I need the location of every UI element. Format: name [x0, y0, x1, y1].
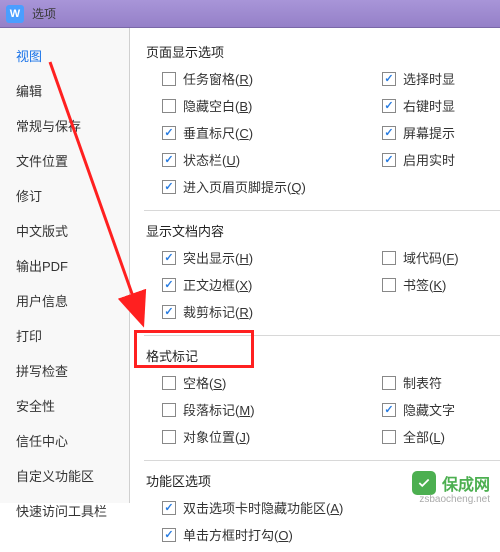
fmt-left-option-1[interactable]: 段落标记(M)	[144, 400, 364, 419]
option-label: 双击选项卡时隐藏功能区(A)	[183, 498, 343, 517]
checkbox[interactable]: ✓	[382, 126, 396, 140]
checkbox[interactable]	[382, 251, 396, 265]
option-label: 对象位置(J)	[183, 427, 250, 446]
sidebar-item-7[interactable]: 用户信息	[0, 283, 129, 318]
option-label: 进入页眉页脚提示(Q)	[183, 177, 306, 196]
sidebar: 视图编辑常规与保存文件位置修订中文版式输出PDF用户信息打印拼写检查安全性信任中…	[0, 28, 130, 503]
sidebar-item-0[interactable]: 视图	[0, 38, 129, 73]
option-label: 书签(K)	[403, 275, 446, 294]
fmt-left-option-0[interactable]: 空格(S)	[144, 373, 364, 392]
option-label: 制表符	[403, 373, 442, 392]
checkbox[interactable]: ✓	[162, 251, 176, 265]
checkbox[interactable]: ✓	[162, 305, 176, 319]
option-label: 域代码(F)	[403, 248, 459, 267]
fmt-left-option-2[interactable]: 对象位置(J)	[144, 427, 364, 446]
option-label: 启用实时	[403, 150, 455, 169]
option-label: 任务窗格(R)	[183, 69, 253, 88]
checkbox[interactable]: ✓	[162, 180, 176, 194]
display-right-option-1[interactable]: ✓ 右键时显	[364, 96, 500, 115]
display-left-option-3[interactable]: ✓ 状态栏(U)	[144, 150, 364, 169]
watermark-text: 保成网	[442, 471, 490, 495]
sidebar-item-13[interactable]: 快速访问工具栏	[0, 493, 129, 528]
display-right-option-0[interactable]: ✓ 选择时显	[364, 69, 500, 88]
checkbox[interactable]	[162, 72, 176, 86]
sidebar-item-3[interactable]: 文件位置	[0, 143, 129, 178]
option-label: 突出显示(H)	[183, 248, 253, 267]
doc-right-option-0[interactable]: 域代码(F)	[364, 248, 500, 267]
section-title-formatmark: 格式标记	[144, 346, 500, 365]
doc-left-option-0[interactable]: ✓ 突出显示(H)	[144, 248, 364, 267]
checkbox[interactable]: ✓	[162, 278, 176, 292]
display-right-option-2[interactable]: ✓ 屏幕提示	[364, 123, 500, 142]
option-label: 右键时显	[403, 96, 455, 115]
checkbox[interactable]	[162, 99, 176, 113]
section-title-doccontent: 显示文档内容	[144, 221, 500, 240]
doc-left-option-1[interactable]: ✓ 正文边框(X)	[144, 275, 364, 294]
option-label: 屏幕提示	[403, 123, 455, 142]
option-label: 单击方框时打勾(O)	[183, 525, 293, 544]
option-label: 全部(L)	[403, 427, 445, 446]
checkbox[interactable]: ✓	[382, 403, 396, 417]
sidebar-item-5[interactable]: 中文版式	[0, 213, 129, 248]
fmt-right-option-0[interactable]: 制表符	[364, 373, 500, 392]
checkbox[interactable]: ✓	[162, 153, 176, 167]
sidebar-item-4[interactable]: 修订	[0, 178, 129, 213]
option-label: 状态栏(U)	[183, 150, 240, 169]
option-label: 段落标记(M)	[183, 400, 255, 419]
watermark: 保成网	[412, 471, 490, 495]
checkbox[interactable]	[162, 376, 176, 390]
sidebar-item-2[interactable]: 常规与保存	[0, 108, 129, 143]
divider	[144, 335, 500, 336]
sidebar-item-6[interactable]: 输出PDF	[0, 248, 129, 283]
checkbox[interactable]	[162, 403, 176, 417]
checkbox[interactable]: ✓	[162, 528, 176, 542]
checkbox[interactable]: ✓	[382, 99, 396, 113]
fmt-right-option-2[interactable]: 全部(L)	[364, 427, 500, 446]
option-label: 正文边框(X)	[183, 275, 252, 294]
checkbox[interactable]	[162, 430, 176, 444]
display-left-option-0[interactable]: 任务窗格(R)	[144, 69, 364, 88]
checkbox[interactable]	[382, 376, 396, 390]
divider	[144, 210, 500, 211]
sidebar-item-11[interactable]: 信任中心	[0, 423, 129, 458]
sidebar-item-1[interactable]: 编辑	[0, 73, 129, 108]
checkbox[interactable]	[382, 278, 396, 292]
watermark-url: zsbaocheng.net	[419, 494, 490, 505]
main-panel: 页面显示选项 任务窗格(R) 隐藏空白(B) ✓ 垂直标尺(C) ✓ 状态栏(U) ✓ 进入页…	[130, 28, 500, 503]
display-right-option-3[interactable]: ✓ 启用实时	[364, 150, 500, 169]
sidebar-item-10[interactable]: 安全性	[0, 388, 129, 423]
option-label: 空格(S)	[183, 373, 226, 392]
rib-left-option-1[interactable]: ✓ 单击方框时打勾(O)	[144, 525, 464, 544]
app-icon: W	[6, 5, 24, 23]
option-label: 垂直标尺(C)	[183, 123, 253, 142]
divider	[144, 460, 500, 461]
option-label: 隐藏文字	[403, 400, 455, 419]
display-left-option-4[interactable]: ✓ 进入页眉页脚提示(Q)	[144, 177, 364, 196]
doc-left-option-2[interactable]: ✓ 裁剪标记(R)	[144, 302, 364, 321]
doc-right-option-1[interactable]: 书签(K)	[364, 275, 500, 294]
option-label: 选择时显	[403, 69, 455, 88]
fmt-right-option-1[interactable]: ✓ 隐藏文字	[364, 400, 500, 419]
option-label: 隐藏空白(B)	[183, 96, 252, 115]
checkbox[interactable]: ✓	[162, 126, 176, 140]
rib-left-option-0[interactable]: ✓双击选项卡时隐藏功能区(A)	[144, 498, 464, 517]
section-title-display: 页面显示选项	[144, 42, 500, 61]
sidebar-item-9[interactable]: 拼写检查	[0, 353, 129, 388]
titlebar: W 选项	[0, 0, 500, 28]
checkbox[interactable]: ✓	[382, 153, 396, 167]
sidebar-item-8[interactable]: 打印	[0, 318, 129, 353]
display-left-option-1[interactable]: 隐藏空白(B)	[144, 96, 364, 115]
sidebar-item-12[interactable]: 自定义功能区	[0, 458, 129, 493]
window-title: 选项	[32, 5, 56, 22]
checkbox[interactable]: ✓	[382, 72, 396, 86]
display-left-option-2[interactable]: ✓ 垂直标尺(C)	[144, 123, 364, 142]
option-label: 裁剪标记(R)	[183, 302, 253, 321]
checkbox[interactable]	[382, 430, 396, 444]
watermark-icon	[412, 471, 436, 495]
